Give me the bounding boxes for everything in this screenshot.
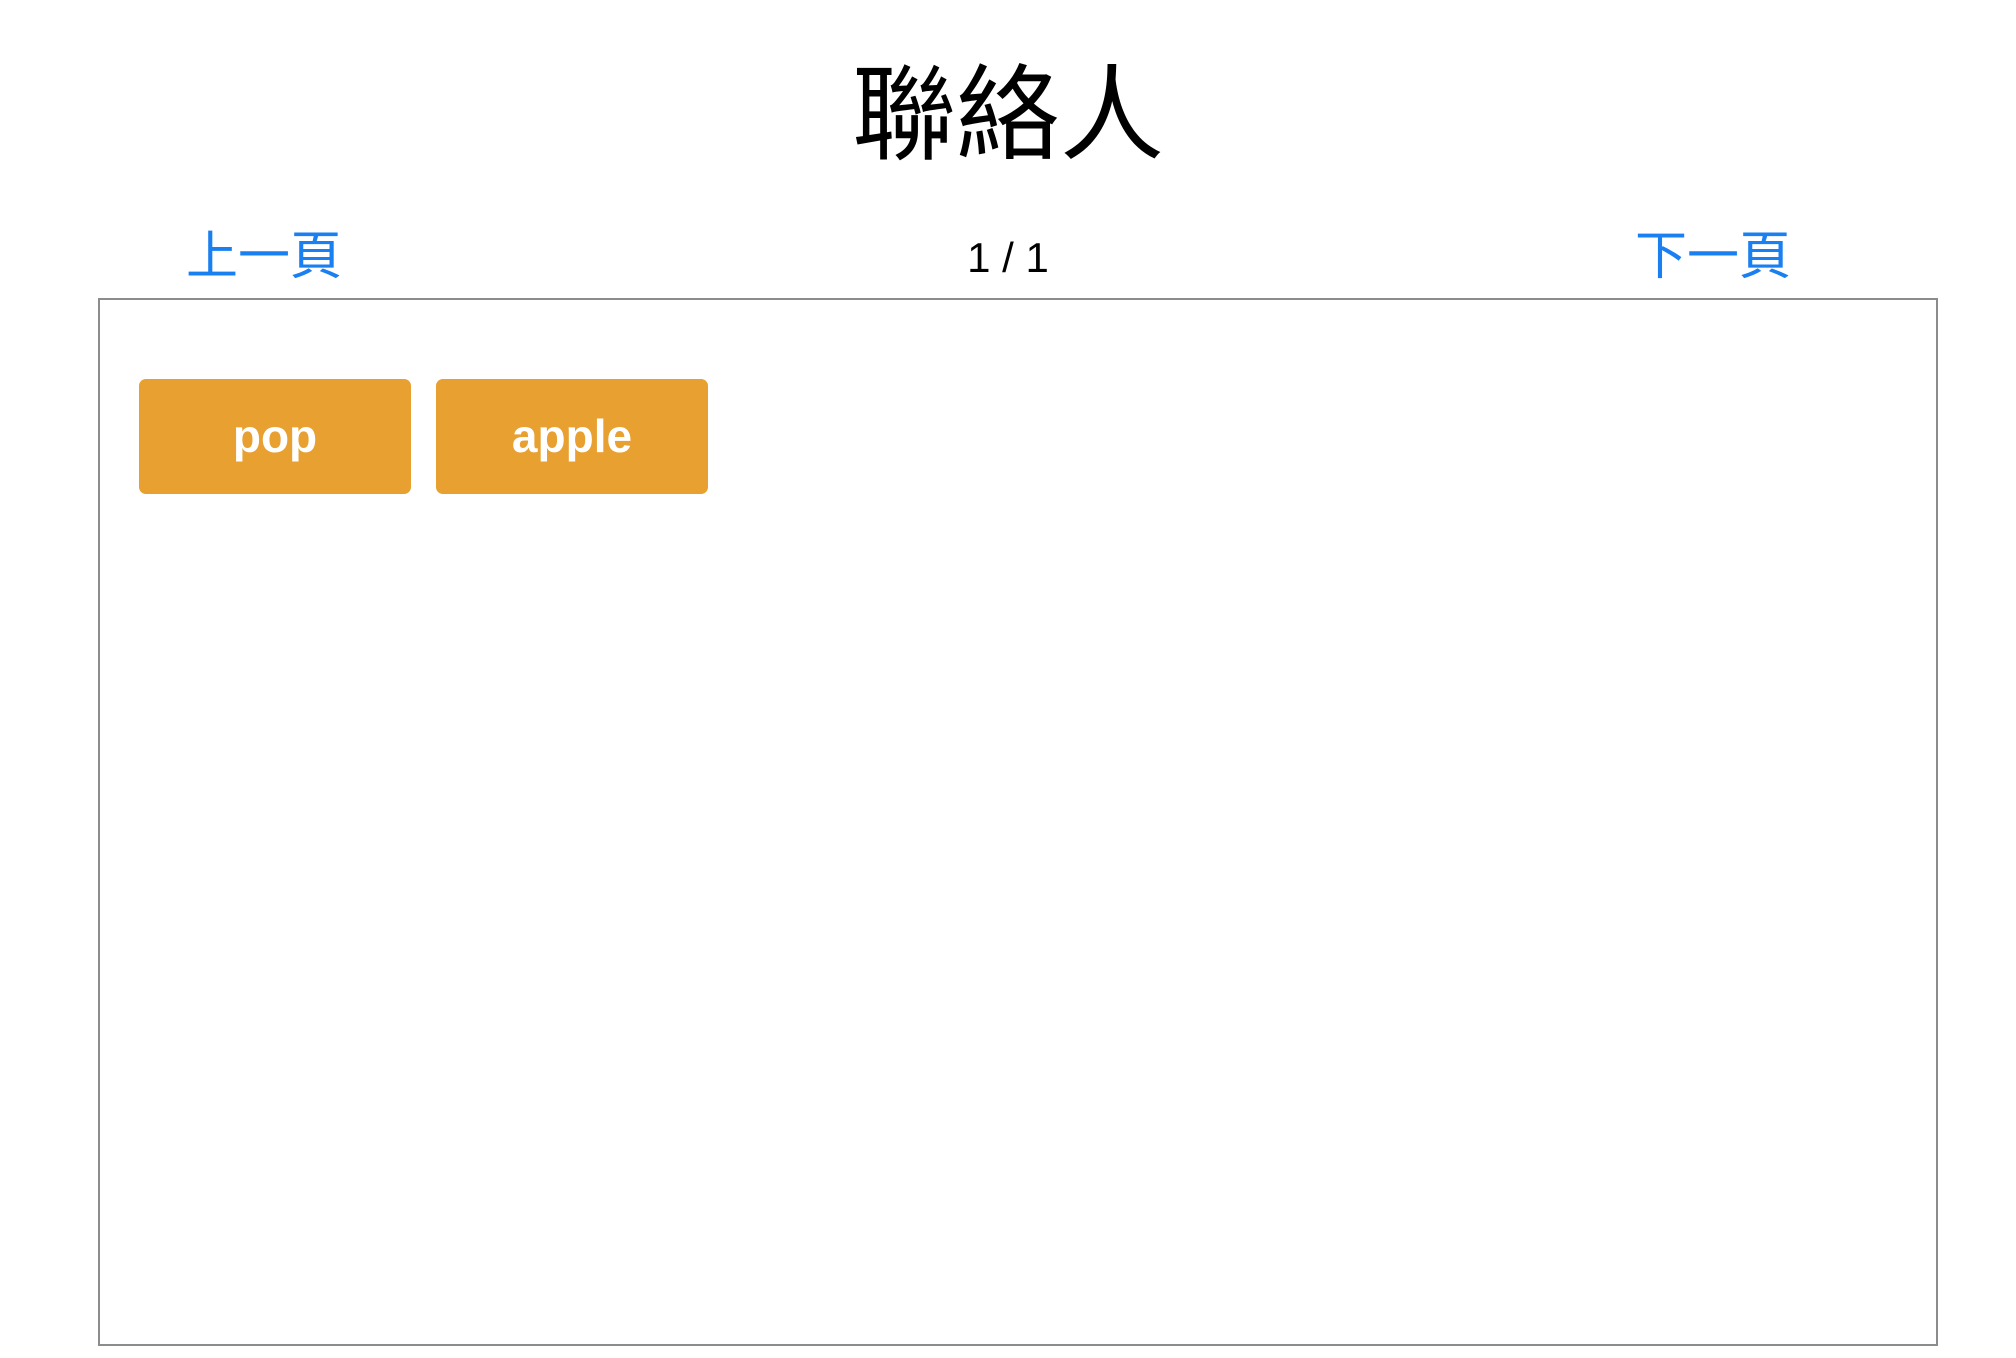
page-title: 聯絡人 [851, 54, 1164, 176]
contact-list-panel: pop apple [98, 298, 1938, 1346]
next-page-link[interactable]: 下一頁 [1635, 222, 1791, 292]
contact-button-pop[interactable]: pop [139, 379, 411, 494]
contact-button-apple[interactable]: apple [436, 379, 708, 494]
